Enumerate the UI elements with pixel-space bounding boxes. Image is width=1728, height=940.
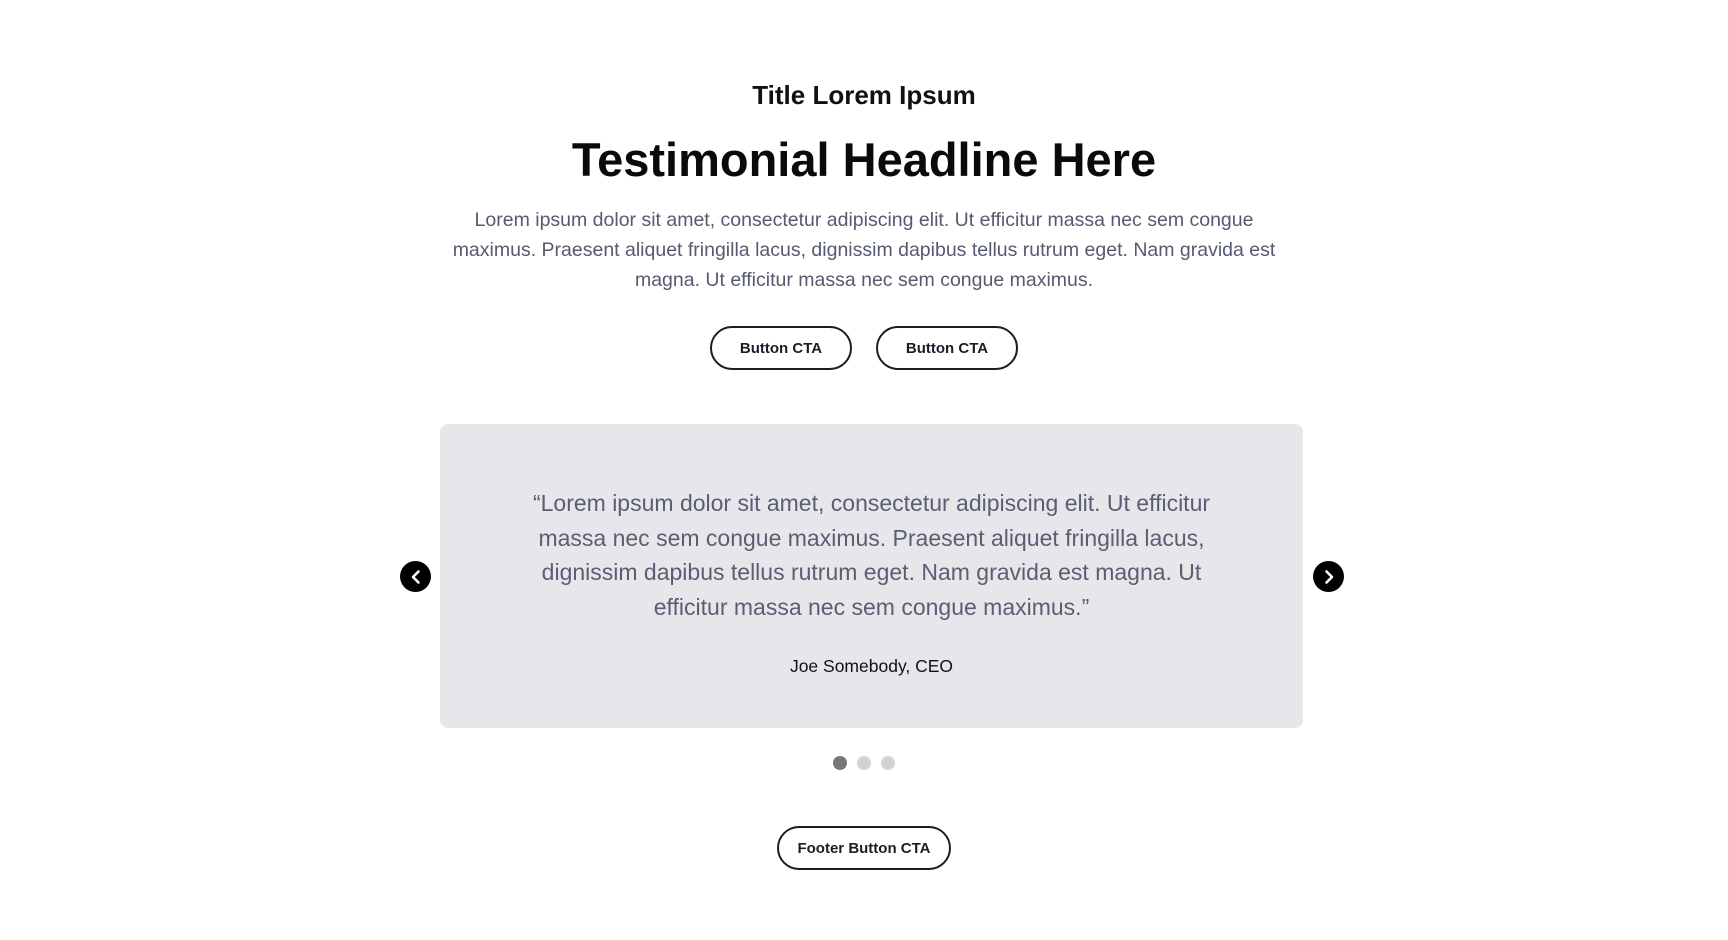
carousel-next-button[interactable] (1313, 561, 1344, 592)
testimonial-quote: “Lorem ipsum dolor sit amet, consectetur… (532, 490, 1211, 620)
carousel-dot-3[interactable] (881, 756, 895, 770)
testimonial-author: Joe Somebody, CEO (789, 656, 954, 676)
chevron-right-icon (1324, 569, 1333, 584)
secondary-cta-button[interactable]: Button CTA (876, 326, 1018, 370)
section-eyebrow-title: Title Lorem Ipsum (752, 80, 976, 110)
carousel-pagination (0, 756, 1728, 770)
carousel-dot-2[interactable] (857, 756, 871, 770)
chevron-left-icon (411, 569, 420, 584)
testimonial-card: “Lorem ipsum dolor sit amet, consectetur… (440, 424, 1303, 728)
cta-button-group: Button CTA Button CTA (0, 326, 1728, 370)
primary-cta-button[interactable]: Button CTA (710, 326, 852, 370)
carousel-prev-button[interactable] (400, 561, 431, 592)
testimonial-section: Title Lorem Ipsum Testimonial Headline H… (0, 0, 1728, 940)
footer-cta-button[interactable]: Footer Button CTA (777, 826, 951, 870)
section-intro-text: Lorem ipsum dolor sit amet, consectetur … (452, 209, 1276, 291)
footer-cta-row: Footer Button CTA (0, 826, 1728, 870)
section-headline: Testimonial Headline Here (571, 133, 1157, 186)
carousel-dot-1[interactable] (833, 756, 847, 770)
